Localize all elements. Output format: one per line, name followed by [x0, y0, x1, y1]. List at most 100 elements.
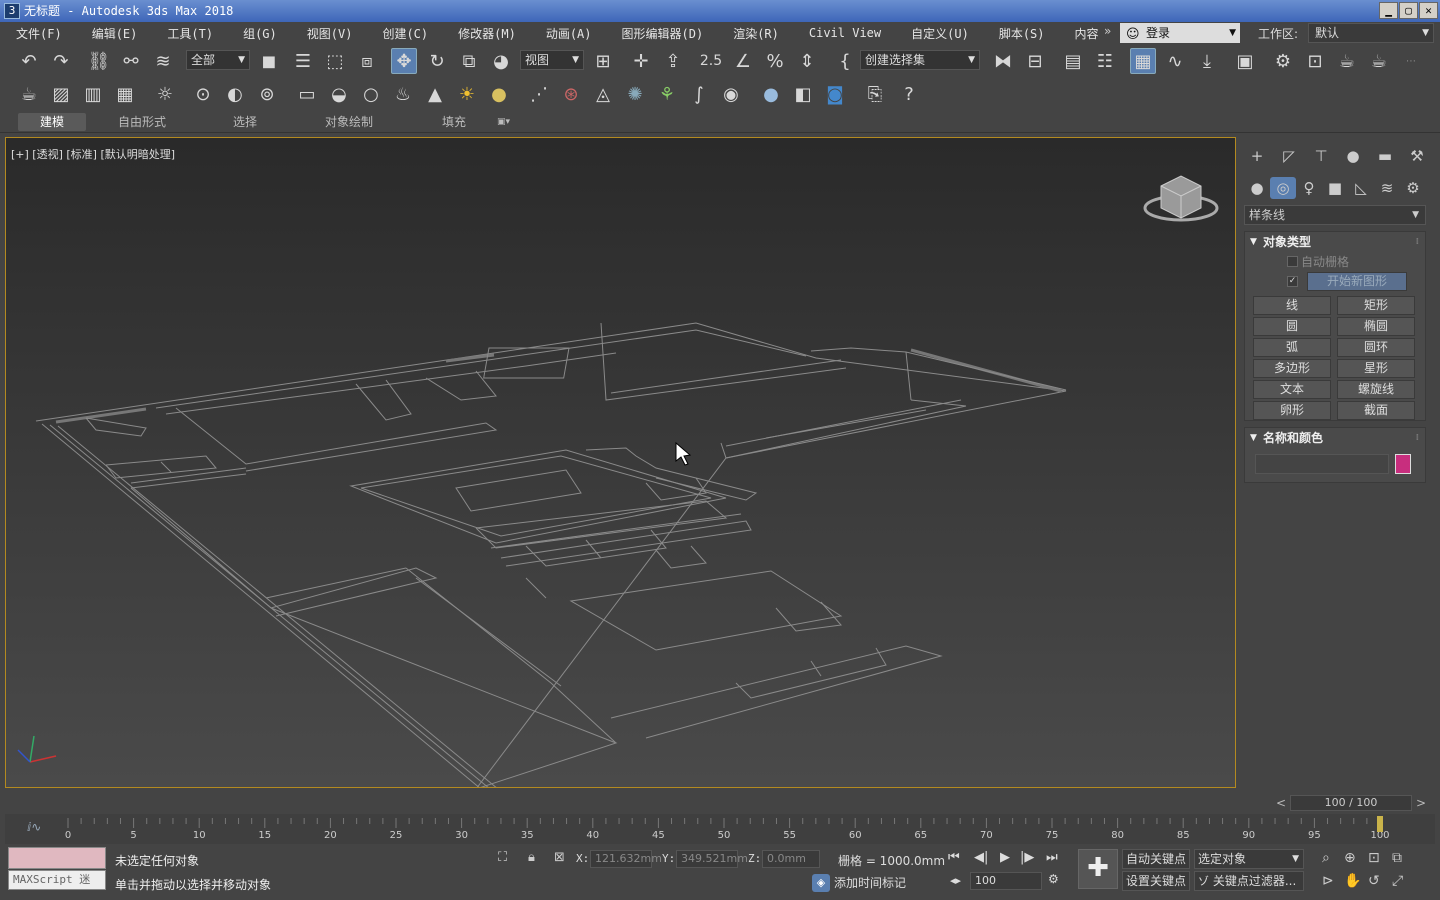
auto-grid-checkbox[interactable]	[1287, 256, 1298, 267]
menu-graph-editors[interactable]: 图形编辑器(D)	[606, 25, 718, 42]
reference-coordinate-dropdown[interactable]: 视图 ▼	[520, 50, 584, 70]
section-button[interactable]: 截面	[1337, 401, 1415, 420]
listener-swatch[interactable]	[8, 847, 106, 869]
set-key-button[interactable]: 设置关键点	[1122, 871, 1191, 891]
viewcube-icon[interactable]	[1143, 175, 1219, 222]
shape-icon[interactable]: ◬	[590, 81, 616, 107]
object-name-field[interactable]	[1255, 454, 1389, 474]
ellipse-button[interactable]: 椭圆	[1337, 317, 1415, 336]
start-new-shape-button[interactable]: 开始新图形	[1307, 272, 1407, 291]
redo-icon[interactable]: ↷	[48, 48, 74, 74]
helix-button[interactable]: 螺旋线	[1337, 380, 1415, 399]
zoom-extents-all-icon[interactable]: ⧉	[1392, 850, 1402, 866]
sound-icon[interactable]: ◐	[222, 81, 248, 107]
add-time-tag-button[interactable]: ◈ 添加时间标记	[812, 874, 906, 892]
lights-icon[interactable]: ♀	[1296, 177, 1322, 199]
geometry-icon[interactable]: ●	[1244, 177, 1270, 199]
selection-filter-dropdown[interactable]: 全部 ▼	[186, 50, 250, 70]
select-manipulate-icon[interactable]: ✛	[628, 48, 654, 74]
percent-snap-icon[interactable]: %	[762, 48, 788, 74]
curve-editor-icon[interactable]: ∿	[1162, 48, 1188, 74]
auto-key-button[interactable]: 自动关键点	[1122, 849, 1191, 869]
camera-icon[interactable]: ⊙	[190, 81, 216, 107]
tab-freeform[interactable]: 自由形式	[118, 113, 166, 131]
time-slider[interactable]: 100 / 100	[1290, 795, 1412, 811]
tab-populate[interactable]: 填充	[442, 113, 466, 131]
ribbon-toggle-icon[interactable]: ▦	[1130, 48, 1156, 74]
sphere-icon[interactable]: ●	[486, 81, 512, 107]
keyboard-shortcut-override-icon[interactable]: ⇪	[660, 48, 686, 74]
menu-rendering[interactable]: 渲染(R)	[717, 25, 793, 42]
tab-selection[interactable]: 选择	[233, 113, 257, 131]
undo-icon[interactable]: ↶	[16, 48, 42, 74]
time-slider-prev-icon[interactable]: <	[1274, 795, 1288, 811]
batch-render-icon[interactable]: ⎘	[862, 81, 888, 107]
object-type-header[interactable]: ▼ 对象类型 ⁞	[1245, 232, 1425, 252]
arc-button[interactable]: 弧	[1253, 338, 1331, 357]
x-coordinate-field[interactable]: 121.632mm	[590, 850, 662, 868]
grid-helper-icon[interactable]: ⋰	[526, 81, 552, 107]
absolute-relative-icon[interactable]: ⊠	[554, 850, 565, 865]
sphere-light-icon[interactable]: ○	[358, 81, 384, 107]
edit-named-selection-icon[interactable]: {	[832, 48, 858, 74]
menu-overflow-icon[interactable]: »	[1104, 24, 1111, 38]
next-frame-icon[interactable]: |▶	[1020, 850, 1034, 865]
perspective-viewport[interactable]: [+] [透视] [标准] [默认明暗处理]	[5, 137, 1236, 788]
z-coordinate-field[interactable]: 0.0mm	[762, 850, 820, 868]
angle-snap-icon[interactable]: ∠	[730, 48, 756, 74]
play-icon[interactable]: ▶	[1000, 850, 1010, 865]
snaps-toggle-icon[interactable]: 2.5	[698, 48, 724, 74]
current-frame-marker[interactable]	[1377, 816, 1383, 832]
unlink-icon[interactable]: ⚯	[118, 48, 144, 74]
mirror-icon[interactable]: ⧓	[990, 48, 1016, 74]
set-key-icon[interactable]: ✚	[1078, 849, 1118, 889]
bind-spacewarp-icon[interactable]: ≋	[150, 48, 176, 74]
zoom-all-icon[interactable]: ⊕	[1344, 850, 1356, 866]
maximize-viewport-icon[interactable]: ⤢	[1392, 873, 1403, 889]
shapes-icon[interactable]: ◎	[1270, 177, 1296, 199]
menu-animation[interactable]: 动画(A)	[530, 25, 606, 42]
menu-civil-view[interactable]: Civil View	[793, 26, 895, 40]
select-by-name-icon[interactable]: ☰	[290, 48, 316, 74]
field-of-view-icon[interactable]: ⊳	[1322, 873, 1334, 889]
particle-icon[interactable]: ✺	[622, 81, 648, 107]
display-tab-icon[interactable]: ▬	[1372, 145, 1398, 167]
space-warps-icon[interactable]: ≋	[1374, 177, 1400, 199]
material-icon[interactable]: ⊛	[558, 81, 584, 107]
select-object-icon[interactable]: ◼	[256, 48, 282, 74]
fur-icon[interactable]: ◉	[718, 81, 744, 107]
align-icon[interactable]: ⊟	[1022, 48, 1048, 74]
workspace-dropdown[interactable]: 默认 ▼	[1308, 23, 1434, 43]
menu-create[interactable]: 创建(C)	[366, 25, 442, 42]
utilities-tab-icon[interactable]: ⚒	[1404, 145, 1430, 167]
pan-view-icon[interactable]: ✋	[1344, 873, 1361, 889]
render-list-icon[interactable]: ▥	[80, 81, 106, 107]
schematic-view-icon[interactable]: ⤓	[1194, 48, 1220, 74]
track-bar[interactable]: ⅈ∿ 0 5 10 15 20 25 30 35 40 45 50 55 60 65 70 75 80 85 90 9…	[5, 814, 1435, 844]
current-frame-field[interactable]: 100	[970, 872, 1042, 890]
name-and-color-header[interactable]: ▼ 名称和颜色 ⁞	[1245, 428, 1425, 448]
key-filters-button[interactable]: ゾ 关键点过滤器...	[1194, 871, 1304, 891]
line-button[interactable]: 线	[1253, 296, 1331, 315]
render-grid-icon[interactable]: ▦	[112, 81, 138, 107]
select-and-place-icon[interactable]: ◕	[488, 48, 514, 74]
time-slider-next-icon[interactable]: >	[1414, 795, 1428, 811]
teapot-icon[interactable]: ☕	[16, 81, 42, 107]
render-iterative-icon[interactable]: ☕	[1366, 48, 1392, 74]
scene-explorer-icon[interactable]: ▤	[1060, 48, 1086, 74]
modify-tab-icon[interactable]: ◸	[1276, 145, 1302, 167]
star-button[interactable]: 星形	[1337, 359, 1415, 378]
link-icon[interactable]: ⛓	[86, 48, 112, 74]
circle-button[interactable]: 圆	[1253, 317, 1331, 336]
pivot-center-icon[interactable]: ⊞	[590, 48, 616, 74]
menu-views[interactable]: 视图(V)	[291, 25, 367, 42]
rectangle-button[interactable]: 矩形	[1337, 296, 1415, 315]
zoom-extents-icon[interactable]: ⊡	[1368, 850, 1380, 866]
select-and-rotate-icon[interactable]: ↻	[424, 48, 450, 74]
window-crossing-icon[interactable]: ⧈	[354, 48, 380, 74]
systems-icon[interactable]: ⚙	[1400, 177, 1426, 199]
menu-tools[interactable]: 工具(T)	[151, 25, 227, 42]
material-browser-icon[interactable]: ◧	[790, 81, 816, 107]
menu-scripting[interactable]: 脚本(S)	[983, 25, 1059, 42]
sun-icon[interactable]: ☀	[454, 81, 480, 107]
